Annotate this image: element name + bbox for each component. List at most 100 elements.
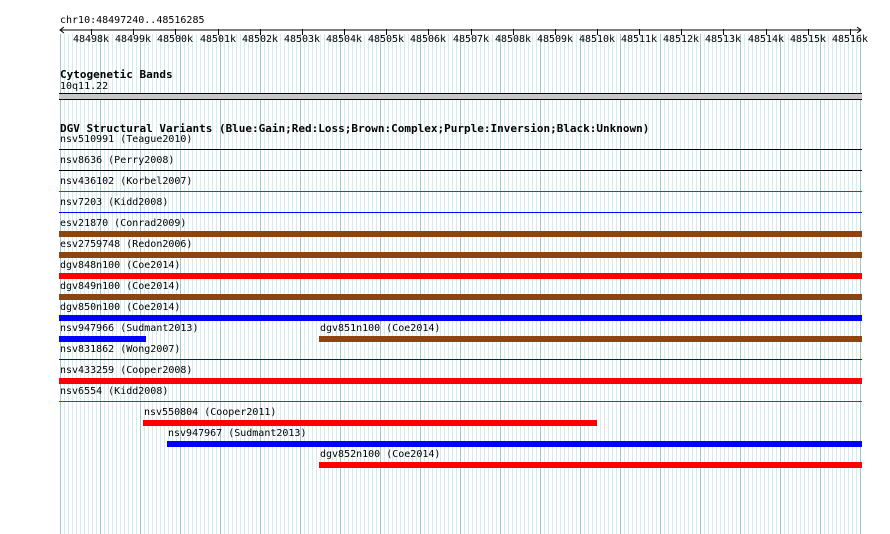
grid-line xyxy=(460,34,461,534)
grid-line xyxy=(632,34,633,534)
grid-line xyxy=(268,34,269,534)
feature-label: nsv8636 (Perry2008) xyxy=(60,155,175,166)
grid-line xyxy=(292,34,293,534)
grid-line xyxy=(620,34,621,534)
grid-line xyxy=(664,34,665,534)
grid-line xyxy=(648,34,649,534)
feature-line[interactable] xyxy=(59,359,862,360)
grid-line xyxy=(692,34,693,534)
cytoband-label: 10q11.22 xyxy=(60,81,109,92)
grid-line xyxy=(560,34,561,534)
grid-line xyxy=(588,34,589,534)
feature-label: nsv436102 (Korbel2007) xyxy=(60,176,193,187)
grid-line xyxy=(676,34,677,534)
feature-label: nsv6554 (Kidd2008) xyxy=(60,386,169,397)
feature-line[interactable] xyxy=(59,170,862,171)
grid-line xyxy=(500,34,501,534)
feature-bar[interactable] xyxy=(59,315,862,321)
grid-line xyxy=(236,34,237,534)
grid-line xyxy=(628,34,629,534)
grid-line xyxy=(772,34,773,534)
grid-line xyxy=(816,34,817,534)
grid-line xyxy=(848,34,849,534)
cytoband-bar[interactable] xyxy=(59,93,862,100)
grid-line xyxy=(524,34,525,534)
grid-line xyxy=(256,34,257,534)
feature-bar[interactable] xyxy=(59,231,862,237)
grid-line xyxy=(272,34,273,534)
grid-line xyxy=(760,34,761,534)
grid-line xyxy=(696,34,697,534)
grid-line xyxy=(604,34,605,534)
grid-line xyxy=(472,34,473,534)
grid-line xyxy=(288,34,289,534)
grid-line xyxy=(804,34,805,534)
feature-bar[interactable] xyxy=(319,462,862,468)
grid-line xyxy=(860,34,861,534)
grid-line xyxy=(284,34,285,534)
grid-line xyxy=(464,34,465,534)
grid-line xyxy=(844,34,845,534)
grid-line xyxy=(232,34,233,534)
grid-line xyxy=(720,34,721,534)
grid-line xyxy=(452,34,453,534)
feature-bar[interactable] xyxy=(59,378,862,384)
grid-line xyxy=(312,34,313,534)
feature-bar[interactable] xyxy=(59,336,146,342)
grid-line xyxy=(512,34,513,534)
grid-line xyxy=(812,34,813,534)
grid-line xyxy=(592,34,593,534)
grid-line xyxy=(568,34,569,534)
grid-line xyxy=(280,34,281,534)
grid-line xyxy=(744,34,745,534)
feature-line[interactable] xyxy=(59,191,862,192)
feature-bar[interactable] xyxy=(59,273,862,279)
grid-line xyxy=(228,34,229,534)
grid-line xyxy=(468,34,469,534)
grid-line xyxy=(580,34,581,534)
feature-line[interactable] xyxy=(59,149,862,150)
feature-bar[interactable] xyxy=(167,441,862,447)
grid-line xyxy=(808,34,809,534)
grid-line xyxy=(732,34,733,534)
grid-line xyxy=(196,34,197,534)
grid-line xyxy=(624,34,625,534)
grid-line xyxy=(572,34,573,534)
grid-line xyxy=(548,34,549,534)
grid-line xyxy=(644,34,645,534)
grid-line xyxy=(856,34,857,534)
grid-line xyxy=(508,34,509,534)
grid-line xyxy=(248,34,249,534)
grid-line xyxy=(224,34,225,534)
grid-line xyxy=(584,34,585,534)
feature-bar[interactable] xyxy=(143,420,597,426)
grid-line xyxy=(800,34,801,534)
feature-bar[interactable] xyxy=(59,294,862,300)
grid-line xyxy=(608,34,609,534)
grid-line xyxy=(456,34,457,534)
grid-line xyxy=(200,34,201,534)
feature-bar[interactable] xyxy=(319,336,862,342)
grid-line xyxy=(520,34,521,534)
grid-line xyxy=(240,34,241,534)
feature-line[interactable] xyxy=(59,212,862,213)
feature-label: nsv947967 (Sudmant2013) xyxy=(168,428,307,439)
feature-label: nsv947966 (Sudmant2013) xyxy=(60,323,199,334)
grid-line xyxy=(820,34,821,534)
grid-line xyxy=(204,34,205,534)
grid-line xyxy=(672,34,673,534)
grid-line xyxy=(700,34,701,534)
grid-line xyxy=(716,34,717,534)
grid-line xyxy=(516,34,517,534)
grid-line xyxy=(828,34,829,534)
feature-line[interactable] xyxy=(59,401,862,402)
grid-line xyxy=(208,34,209,534)
grid-line xyxy=(264,34,265,534)
grid-line xyxy=(840,34,841,534)
grid-line xyxy=(188,34,189,534)
feature-label: dgv851n100 (Coe2014) xyxy=(320,323,441,334)
feature-label: dgv850n100 (Coe2014) xyxy=(60,302,181,313)
grid-line xyxy=(212,34,213,534)
genome-browser-view: chr10:48497240..48516285 48498k 48499k 485… xyxy=(0,0,890,534)
feature-bar[interactable] xyxy=(59,252,862,258)
